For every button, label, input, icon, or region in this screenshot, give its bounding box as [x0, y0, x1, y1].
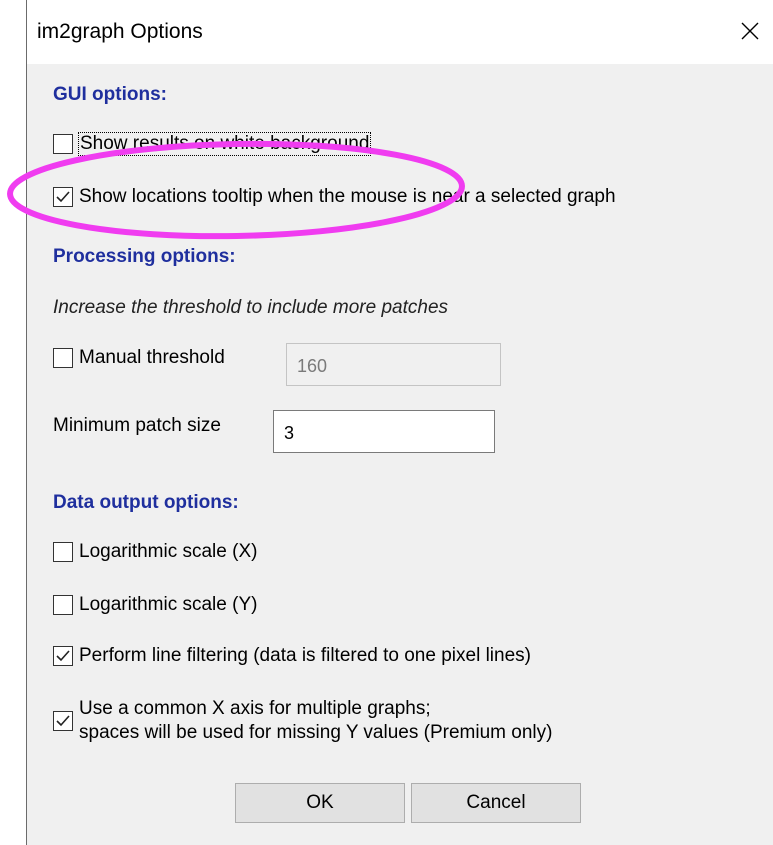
log-y-checkbox[interactable]	[53, 595, 73, 615]
common-x-axis-label: Use a common X axis for multiple graphs;…	[79, 697, 552, 745]
manual-threshold-checkbox[interactable]	[53, 348, 73, 368]
checkmark-icon	[56, 191, 70, 203]
manual-threshold-label: Manual threshold	[79, 347, 225, 368]
close-icon	[741, 22, 759, 40]
window-title: im2graph Options	[37, 20, 203, 43]
gui-options-header: GUI options:	[53, 84, 167, 105]
log-x-checkbox[interactable]	[53, 542, 73, 562]
manual-threshold-option[interactable]: Manual threshold	[53, 347, 225, 369]
show-tooltip-label: Show locations tooltip when the mouse is…	[79, 186, 616, 207]
data-output-options-header: Data output options:	[53, 492, 239, 513]
manual-threshold-input[interactable]: 160	[286, 343, 501, 386]
show-tooltip-checkbox[interactable]	[53, 187, 73, 207]
log-y-option[interactable]: Logarithmic scale (Y)	[53, 594, 257, 616]
line-filtering-checkbox[interactable]	[53, 646, 73, 666]
log-x-option[interactable]: Logarithmic scale (X)	[53, 541, 257, 563]
common-x-axis-option[interactable]: Use a common X axis for multiple graphs;…	[53, 697, 552, 745]
show-white-background-label: Show results on white background	[77, 132, 372, 156]
common-x-axis-checkbox[interactable]	[53, 711, 73, 731]
min-patch-size-label: Minimum patch size	[53, 415, 221, 436]
log-y-label: Logarithmic scale (Y)	[79, 594, 258, 615]
ok-button[interactable]: OK	[235, 783, 405, 823]
cancel-button[interactable]: Cancel	[411, 783, 581, 823]
checkmark-icon	[56, 650, 70, 662]
show-white-background-checkbox[interactable]	[53, 134, 73, 154]
show-tooltip-option[interactable]: Show locations tooltip when the mouse is…	[53, 186, 616, 208]
close-button[interactable]	[727, 8, 773, 54]
title-bar: im2graph Options	[27, 0, 773, 64]
common-x-axis-label-line2: spaces will be used for missing Y values…	[79, 722, 553, 743]
checkmark-icon	[56, 715, 70, 727]
log-x-label: Logarithmic scale (X)	[79, 541, 258, 562]
common-x-axis-label-line1: Use a common X axis for multiple graphs;	[79, 698, 431, 719]
min-patch-size-input[interactable]: 3	[273, 410, 495, 453]
line-filtering-label: Perform line filtering (data is filtered…	[79, 645, 531, 666]
processing-options-header: Processing options:	[53, 246, 236, 267]
threshold-note: Increase the threshold to include more p…	[53, 297, 449, 318]
line-filtering-option[interactable]: Perform line filtering (data is filtered…	[53, 645, 531, 667]
show-white-background-option[interactable]: Show results on white background	[53, 132, 372, 156]
options-dialog: im2graph Options GUI options: Show resul…	[26, 0, 773, 845]
